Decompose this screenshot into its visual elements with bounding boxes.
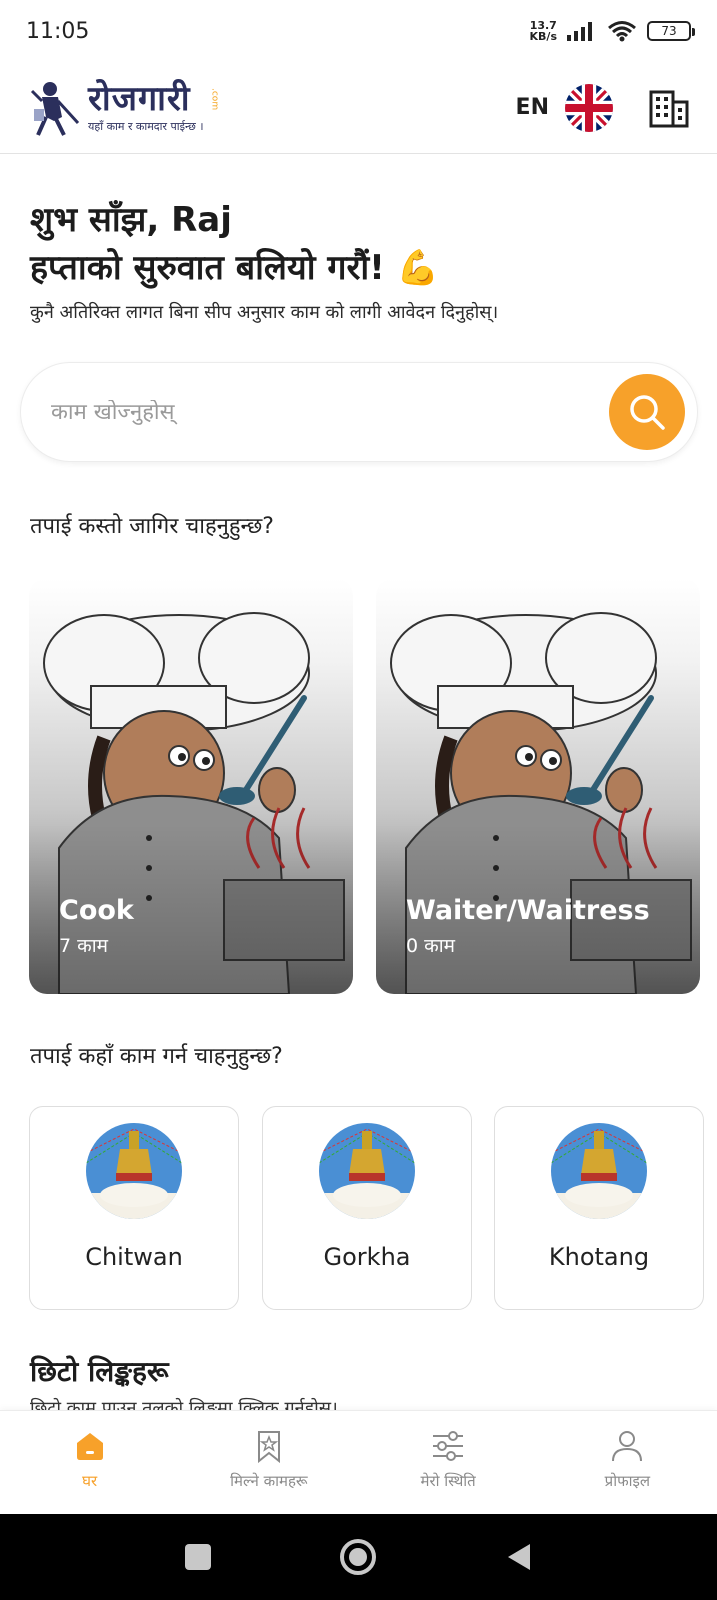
uk-flag-icon[interactable] <box>565 83 613 132</box>
logo-dotcom: .com <box>209 88 220 111</box>
location-name: Chitwan <box>85 1243 183 1271</box>
location-name: Khotang <box>548 1243 650 1271</box>
job-card-cook[interactable]: Cook 7 काम <box>29 578 353 994</box>
stupa-image-icon <box>86 1123 182 1219</box>
home-icon <box>76 1433 103 1460</box>
job-title: Cook <box>59 895 134 926</box>
stupa-image-icon <box>551 1123 647 1219</box>
greeting-section: शुभ साँझ, Raj हप्ताको सुरुवात बलियो गरौं… <box>30 196 690 324</box>
status-time: 11:05 <box>26 18 90 44</box>
greeting-title: शुभ साँझ, Raj <box>30 200 232 240</box>
search-input[interactable] <box>51 399 609 425</box>
signal-icon <box>567 22 592 41</box>
wifi-icon <box>608 21 636 42</box>
job-count: 0 काम <box>406 935 456 957</box>
nav-profile[interactable]: प्रोफाइल <box>538 1411 717 1514</box>
back-icon[interactable] <box>504 1542 534 1572</box>
job-card-waiter[interactable]: Waiter/Waitress 0 काम <box>376 578 700 994</box>
status-indicators: 13.7 KB/s 73 <box>529 19 695 43</box>
stupa-image-icon <box>319 1123 415 1219</box>
bookmark-star-icon <box>257 1431 280 1463</box>
search-button[interactable] <box>609 374 685 450</box>
location-name: Gorkha <box>323 1243 411 1271</box>
sliders-icon <box>433 1431 464 1461</box>
app-header: रोजगारी यहाँ काम र कामदार पाईन्छ । .com … <box>0 62 717 154</box>
status-bar: 11:05 13.7 KB/s 73 <box>0 0 717 62</box>
search-icon <box>630 395 665 430</box>
quick-links-title: छिटो लिङ्कहरू <box>30 1355 169 1388</box>
nav-label: मिल्ने कामहरू <box>230 1472 308 1490</box>
location-card-khotang[interactable]: Khotang <box>494 1106 704 1310</box>
language-code[interactable]: EN <box>516 95 549 120</box>
building-icon[interactable] <box>649 88 689 128</box>
greeting-subtitle: कुनै अतिरिक्त लागत बिना सीप अनुसार काम क… <box>30 302 499 323</box>
nav-my-status[interactable]: मेरो स्थिति <box>359 1411 538 1514</box>
nav-label: मेरो स्थिति <box>420 1472 476 1490</box>
nav-label: घर <box>82 1472 98 1490</box>
location-section-title: तपाई कहाँ काम गर्न चाहनुहुन्छ? <box>30 1044 283 1069</box>
greeting-motivation: हप्ताको सुरुवात बलियो गरौं! 💪 <box>30 248 439 288</box>
system-navigation-bar <box>0 1514 717 1600</box>
network-speed: 13.7 KB/s <box>529 19 557 43</box>
recent-apps-icon[interactable] <box>183 1542 213 1572</box>
location-card-chitwan[interactable]: Chitwan <box>29 1106 239 1310</box>
nav-home[interactable]: घर <box>0 1411 179 1514</box>
app-logo[interactable]: रोजगारी यहाँ काम र कामदार पाईन्छ । .com <box>28 77 220 139</box>
quick-links-subtitle: छिटो काम पाउन तलको लिङ्कमा क्लिक गर्नुहो… <box>30 1398 338 1410</box>
nav-label: प्रोफाइल <box>604 1472 651 1490</box>
bottom-navigation: घर मिल्ने कामहरू मेरो स्थिति प्रोफाइल <box>0 1410 717 1514</box>
logo-text: रोजगारी <box>88 79 191 119</box>
logo-tagline: यहाँ काम र कामदार पाईन्छ । <box>88 120 204 133</box>
nav-matching-jobs[interactable]: मिल्ने कामहरू <box>179 1411 358 1514</box>
battery-indicator: 73 <box>647 21 695 41</box>
job-title: Waiter/Waitress <box>406 895 650 926</box>
home-circle-icon[interactable] <box>338 1537 378 1577</box>
job-count: 7 काम <box>59 935 109 957</box>
header-actions: EN <box>516 83 689 132</box>
job-section-title: तपाई कस्तो जागिर चाहनुहुन्छ? <box>30 514 274 539</box>
search-bar <box>20 362 698 462</box>
location-card-gorkha[interactable]: Gorkha <box>262 1106 472 1310</box>
warrior-logo-icon <box>30 81 80 136</box>
user-icon <box>612 1431 643 1462</box>
